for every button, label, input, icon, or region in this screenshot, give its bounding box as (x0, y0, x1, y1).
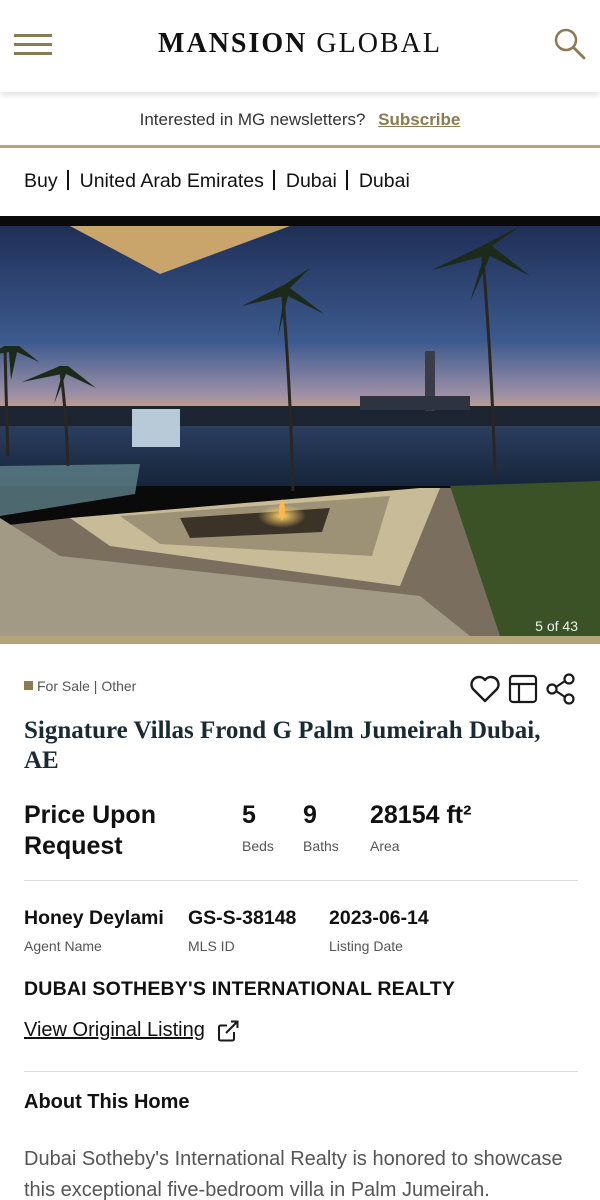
stat-baths: 9 Baths (303, 800, 339, 854)
stat-value: 5 (242, 801, 256, 829)
stat-value: 9 (303, 801, 317, 829)
mls-id-field: GS-S-38148 MLS ID (188, 906, 296, 954)
newsletter-text: Interested in MG newsletters? (139, 110, 366, 129)
site-header: MANSION GLOBAL (0, 0, 600, 92)
field-label: Agent Name (24, 938, 102, 954)
listing-status: For Sale | Other (24, 678, 136, 694)
view-original-listing-link[interactable]: View Original Listing (24, 1019, 205, 1042)
section-divider (24, 880, 578, 881)
stat-area: 28154 ft² Area (370, 800, 471, 854)
breadcrumb: Buy United Arab Emirates Dubai Dubai (24, 170, 410, 193)
agent-name[interactable]: Honey Deylami (24, 906, 164, 930)
subscribe-link[interactable]: Subscribe (378, 110, 460, 129)
logo-bold-text: MANSION (158, 28, 308, 59)
listing-photo[interactable] (0, 226, 600, 636)
photo-gallery[interactable]: 5 of 43 (0, 216, 600, 644)
share-icon[interactable] (544, 672, 578, 706)
breadcrumb-separator (66, 170, 69, 190)
breadcrumb-item-region[interactable]: Dubai (286, 170, 337, 192)
logo-light-text: GLOBAL (316, 28, 442, 59)
heart-icon[interactable] (468, 672, 502, 706)
status-marker (24, 681, 33, 690)
stat-label: Baths (303, 838, 339, 854)
brokerage-name[interactable]: DUBAI SOTHEBY'S INTERNATIONAL REALTY (24, 978, 455, 1001)
stat-label: Beds (242, 838, 274, 854)
breadcrumb-item-city[interactable]: Dubai (359, 170, 410, 192)
field-label: Listing Date (329, 938, 403, 954)
search-icon[interactable] (552, 26, 588, 62)
layout-icon[interactable] (506, 672, 540, 706)
about-heading: About This Home (24, 1091, 190, 1113)
mls-id: GS-S-38148 (188, 907, 297, 929)
stat-value: 28154 ft² (370, 801, 472, 829)
newsletter-banner: Interested in MG newsletters? Subscribe (0, 92, 600, 148)
breadcrumb-item-buy[interactable]: Buy (24, 170, 58, 192)
site-logo[interactable]: MANSION GLOBAL (0, 28, 600, 60)
breadcrumb-separator (345, 170, 348, 190)
listing-price: Price Upon Request (24, 801, 156, 860)
photo-counter: 5 of 43 (535, 618, 578, 634)
listing-date-field: 2023-06-14 Listing Date (329, 906, 429, 954)
listing-title: Signature Villas Frond G Palm Jumeirah D… (24, 717, 541, 774)
listing-status-text: For Sale | Other (37, 678, 137, 694)
stat-beds: 5 Beds (242, 800, 274, 854)
section-divider (24, 1071, 578, 1072)
about-description: Dubai Sotheby's International Realty is … (24, 1148, 563, 1200)
listing-date: 2023-06-14 (329, 907, 429, 929)
breadcrumb-separator (272, 170, 275, 190)
field-label: MLS ID (188, 938, 235, 954)
listing-actions (468, 672, 578, 706)
gallery-accent-bar (0, 636, 600, 644)
agent-name-field: Honey Deylami Agent Name (24, 906, 164, 954)
stat-label: Area (370, 838, 400, 854)
external-link-icon[interactable] (216, 1019, 240, 1043)
breadcrumb-item-country[interactable]: United Arab Emirates (80, 170, 264, 192)
